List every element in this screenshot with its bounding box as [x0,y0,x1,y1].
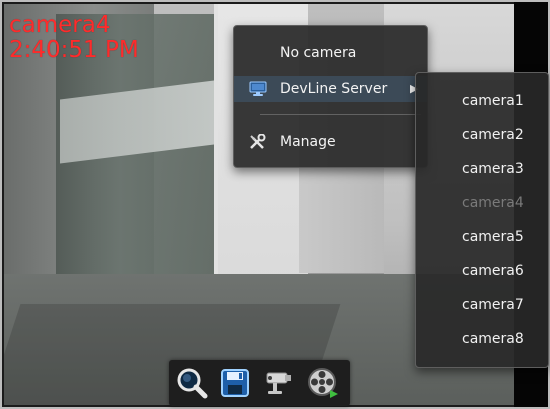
monitor-icon [249,81,267,96]
submenu-item-label: camera1 [462,93,524,109]
menu-separator [260,114,421,115]
menu-item-label: Manage [280,134,336,150]
camera-context-menu: No camera DevLine Server ▶ Manage [233,25,428,168]
submenu-item-camera2[interactable]: camera2 [416,120,548,150]
menu-item-label: No camera [280,45,357,61]
camera-toolbar [169,360,350,406]
menu-item-label: DevLine Server [280,81,388,97]
menu-item-devline-server[interactable]: DevLine Server ▶ [234,76,427,102]
zoom-icon[interactable] [175,366,209,400]
submenu-item-camera7[interactable]: camera7 [416,290,548,320]
submenu-item-label: camera7 [462,297,524,313]
submenu-item-label: camera6 [462,263,524,279]
submenu-item-label: camera3 [462,161,524,177]
video-reel-icon[interactable] [306,366,340,400]
ptz-camera-icon[interactable] [261,366,295,400]
submenu-item-camera5[interactable]: camera5 [416,222,548,252]
submenu-item-camera8[interactable]: camera8 [416,324,548,354]
submenu-item-label: camera4 [462,195,524,211]
submenu-item-label: camera2 [462,127,524,143]
submenu-item-camera4: camera4 [416,188,548,218]
submenu-item-label: camera8 [462,331,524,347]
camera-submenu: camera1 camera2 camera3 camera4 camera5 … [415,72,549,368]
submenu-item-label: camera5 [462,229,524,245]
submenu-item-camera6[interactable]: camera6 [416,256,548,286]
submenu-item-camera3[interactable]: camera3 [416,154,548,184]
tools-icon [250,134,266,149]
save-icon[interactable] [218,366,252,400]
camera-viewport[interactable]: camera4 2:40:51 PM No camera DevLine Ser… [0,0,550,409]
submenu-item-camera1[interactable]: camera1 [416,86,548,116]
menu-item-no-camera[interactable]: No camera [234,40,427,66]
menu-item-manage[interactable]: Manage [234,129,427,155]
